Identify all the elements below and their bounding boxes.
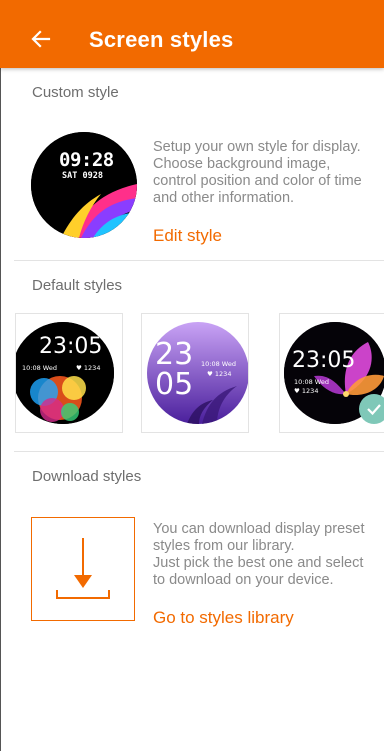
download-styles-heading: Download styles (32, 468, 142, 485)
divider (14, 260, 384, 261)
edit-style-link[interactable]: Edit style (153, 226, 222, 246)
custom-preview-date: SAT 0928 (62, 171, 103, 181)
download-button[interactable] (31, 517, 135, 621)
arrow-left-icon (31, 30, 51, 48)
selected-check-badge (359, 394, 384, 424)
dial-preview-1: 23:05 10:08 Wed ♥ 1234 (16, 322, 114, 424)
dial-preview-2: 23 05 10:08 Wed ♥ 1234 (147, 322, 248, 424)
download-description-line-1: You can download display preset (153, 521, 365, 537)
default-styles-heading: Default styles (32, 277, 123, 294)
dial-2-minutes: 05 (155, 367, 194, 402)
dial-3-date: 10:08 Wed (294, 378, 329, 386)
dial-2-date: 10:08 Wed (201, 360, 236, 368)
custom-style-preview[interactable]: 09:28 SAT 0928 (31, 132, 137, 238)
app-bar: Screen styles (0, 0, 384, 68)
custom-style-description-line-2: Choose background image, (153, 156, 331, 172)
custom-style-description-line-4: and other information. (153, 190, 295, 206)
custom-style-heading: Custom style (32, 84, 119, 101)
default-style-card-2[interactable]: 23 05 10:08 Wed ♥ 1234 (141, 313, 249, 433)
default-style-card-1[interactable]: 23:05 10:08 Wed ♥ 1234 (15, 313, 123, 433)
custom-preview-art (31, 132, 137, 238)
custom-style-description-line-3: control position and color of time (153, 173, 362, 189)
download-description-line-4: to download on your device. (153, 572, 334, 588)
dial-3-time: 23:05 (292, 348, 356, 373)
check-icon (367, 404, 381, 416)
go-to-styles-library-link[interactable]: Go to styles library (153, 608, 294, 628)
page-title: Screen styles (89, 27, 234, 52)
back-button[interactable] (26, 24, 56, 54)
divider (14, 451, 384, 452)
dial-1-date: 10:08 Wed (22, 364, 57, 372)
dial-1-steps-value: 1234 (83, 364, 101, 372)
dial-1-time: 23:05 (39, 334, 103, 359)
dial-2-hours: 23 (155, 337, 194, 372)
download-icon (56, 538, 110, 599)
dial-1-steps: ♥ 1234 (76, 364, 101, 372)
dial-3-steps: ♥ 1234 (294, 387, 319, 395)
dial-2-steps: ♥ 1234 (207, 370, 232, 378)
custom-preview-time: 09:28 (59, 149, 114, 171)
download-description-line-2: styles from our library. (153, 538, 295, 554)
custom-style-description-line-1: Setup your own style for display. (153, 139, 361, 155)
download-description-line-3: Just pick the best one and select (153, 555, 364, 571)
dial-3-steps-value: 1234 (301, 387, 319, 395)
dial-2-steps-value: 1234 (214, 370, 232, 378)
